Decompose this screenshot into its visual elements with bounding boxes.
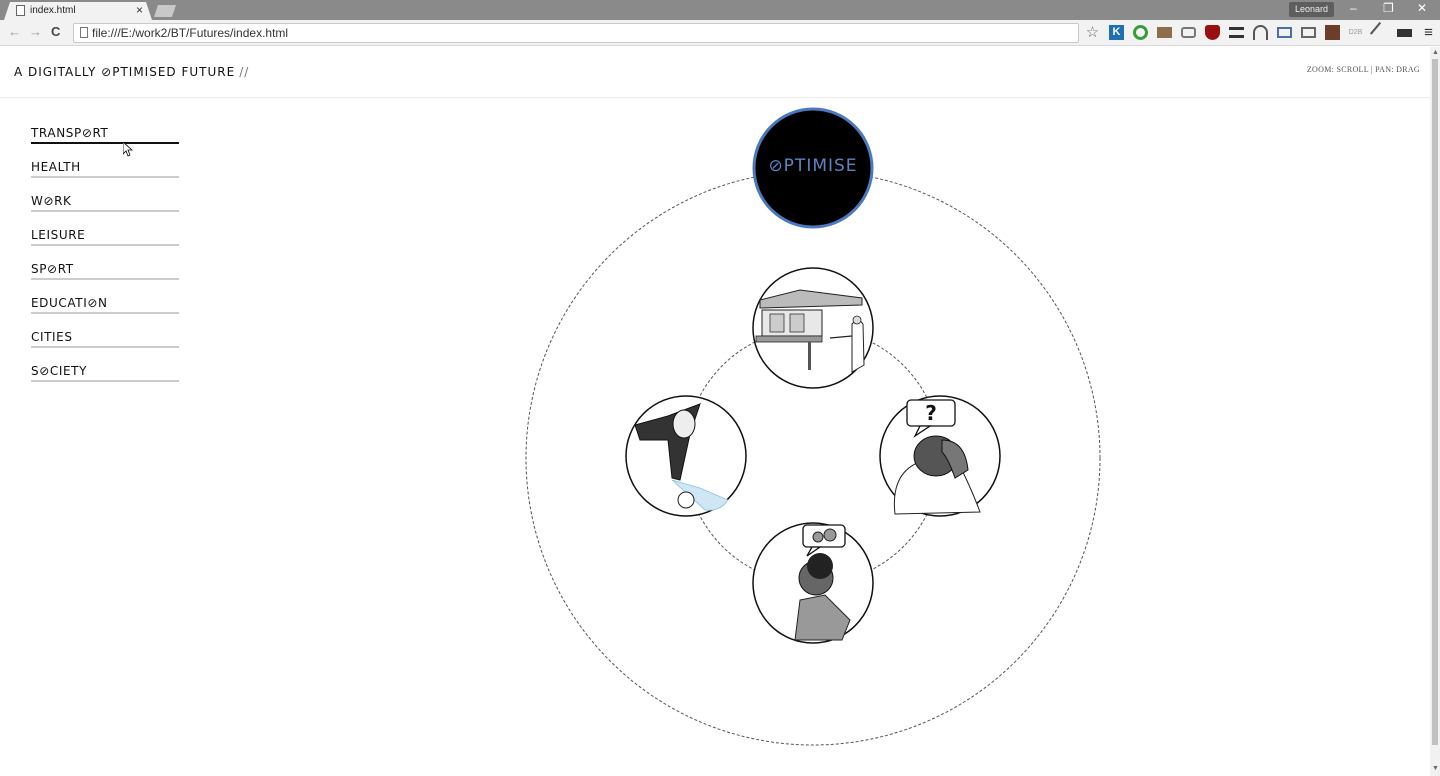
page-scrollbar[interactable]: ▲ ▼ [1430, 47, 1440, 776]
scroll-down-icon[interactable]: ▼ [1432, 765, 1439, 772]
optimise-diagram[interactable] [0, 0, 1430, 776]
gear-icon [823, 528, 837, 542]
skydiver-scene-node[interactable] [625, 395, 747, 517]
scroll-up-icon[interactable]: ▲ [1432, 49, 1439, 56]
question-text: ? [925, 401, 937, 425]
optimise-label: ⊘PTIMISE [768, 156, 858, 176]
scrollbar-thumb[interactable] [1432, 59, 1438, 745]
gear-icon [812, 531, 824, 543]
thinking-child-scene-node[interactable] [752, 522, 874, 644]
kitchen-scene-node[interactable] [752, 267, 874, 389]
outer-orbit-ring [525, 170, 1101, 746]
